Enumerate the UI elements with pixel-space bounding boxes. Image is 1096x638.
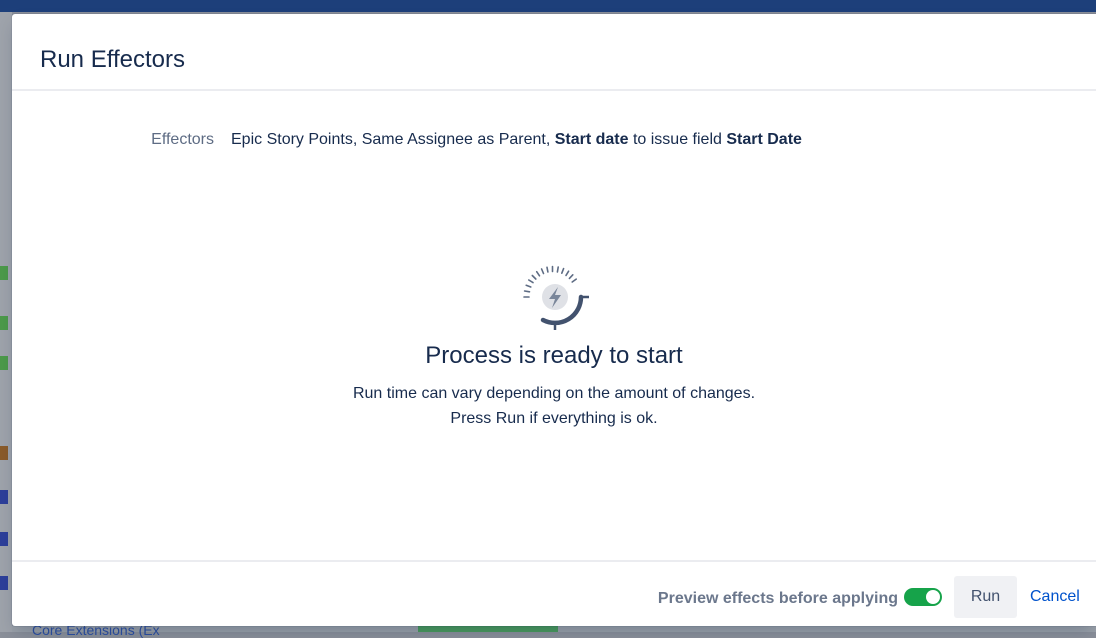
preview-effects-toggle[interactable] (904, 588, 942, 606)
background-app-topbar (0, 0, 1096, 12)
toggle-knob (926, 590, 940, 604)
background-marker (0, 266, 8, 280)
dialog-footer: Preview effects before applying Run Canc… (12, 560, 1096, 628)
preview-effects-label: Preview effects before applying (657, 590, 898, 607)
run-effectors-dialog: Run Effectors Effectors Epic Story Point… (12, 14, 1096, 626)
status-title: Process is ready to start (425, 342, 683, 369)
effectors-text: to issue field (628, 131, 727, 148)
status-hint: Press Run if everything is ok. (450, 410, 658, 427)
background-marker (0, 356, 8, 370)
status-description: Run time can vary depending on the amoun… (352, 385, 756, 402)
cancel-button[interactable]: Cancel (1028, 576, 1090, 618)
background-marker (0, 532, 8, 546)
effectors-text: Epic Story Points, Same Assignee as Pare… (231, 131, 555, 148)
background-marker (0, 490, 8, 504)
background-marker (0, 446, 8, 460)
effectors-field-target: Start Date (726, 131, 802, 148)
effectors-value: Epic Story Points, Same Assignee as Pare… (231, 131, 802, 149)
dialog-header: Run Effectors (12, 14, 1096, 91)
lightning-gauge-icon (515, 250, 595, 330)
run-button[interactable]: Run (954, 576, 1017, 618)
effectors-label: Effectors (151, 131, 214, 148)
background-marker (0, 576, 8, 590)
effectors-field-source: Start date (554, 131, 629, 148)
dialog-title: Run Effectors (40, 46, 185, 73)
background-marker (0, 316, 8, 330)
